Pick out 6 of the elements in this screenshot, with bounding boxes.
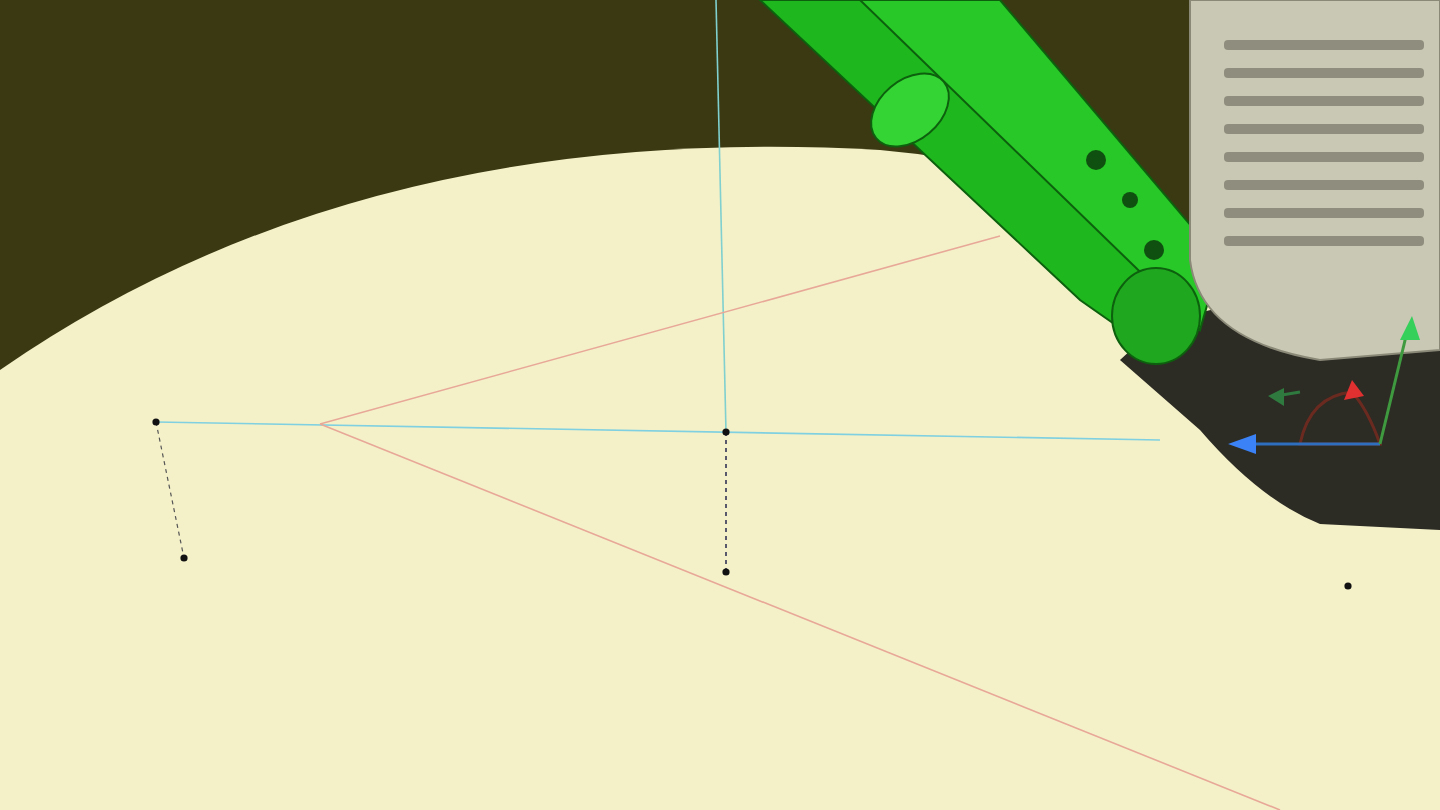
point-marker: [180, 554, 188, 562]
point-marker: [1344, 582, 1352, 590]
axis-gizmo-drawing[interactable]: [1228, 316, 1420, 454]
point-marker: [722, 568, 730, 576]
point-marker: [722, 428, 730, 436]
point-marker: [152, 418, 160, 426]
